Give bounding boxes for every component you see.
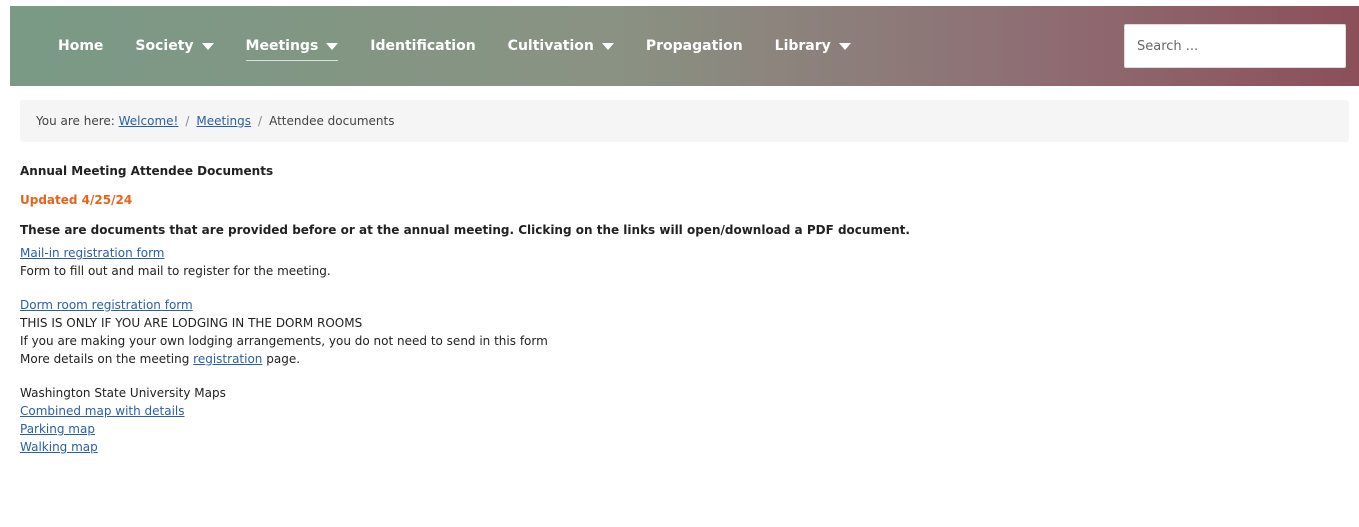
caret-down-icon [201,42,214,50]
updated-date: Updated 4/25/24 [20,193,133,207]
top-navbar: Home Society Meetings Identification Cul… [10,6,1359,86]
breadcrumb-separator: / [258,114,263,128]
nav-item-meetings[interactable]: Meetings [230,6,355,86]
breadcrumb-separator: / [185,114,190,128]
caret-down-icon [326,43,339,50]
breadcrumb: You are here: Welcome! / Meetings / Atte… [20,100,1349,142]
dorm-details-post: page. [266,352,301,366]
mailin-registration-link[interactable]: Mail-in registration form [20,246,165,260]
intro-text: These are documents that are provided be… [20,223,910,237]
caret-down-icon [601,42,614,50]
breadcrumb-link-welcome[interactable]: Welcome! [119,114,179,128]
nav-item-society[interactable]: Society [119,6,229,86]
nav-label-home: Home [58,38,104,54]
nav-label-library: Library [774,38,831,54]
mailin-section: Mail-in registration form Form to fill o… [20,244,1340,280]
nav-item-propagation[interactable]: Propagation [630,6,759,86]
nav-label-society: Society [135,38,194,54]
dorm-notice: THIS IS ONLY IF YOU ARE LODGING IN THE D… [20,316,363,330]
page-title: Annual Meeting Attendee Documents [20,164,274,178]
nav-label-meetings: Meetings [245,38,339,61]
dorm-section: Dorm room registration form THIS IS ONLY… [20,296,1340,368]
nav-label-identification: Identification [370,38,476,54]
search-input[interactable] [1124,24,1346,68]
walking-map-link[interactable]: Walking map [20,440,98,454]
nav-label-cultivation: Cultivation [507,38,594,54]
dorm-registration-link[interactable]: Dorm room registration form [20,298,193,312]
mailin-description: Form to fill out and mail to register fo… [20,264,331,278]
maps-section: Washington State University Maps Combine… [20,384,1340,456]
main-menu: Home Society Meetings Identification Cul… [48,6,867,86]
caret-down-icon [838,42,851,50]
nav-label-meetings-text: Meetings [245,38,319,54]
maps-heading: Washington State University Maps [20,386,226,400]
nav-label-propagation: Propagation [645,38,743,54]
nav-item-identification[interactable]: Identification [354,6,491,86]
breadcrumb-link-meetings[interactable]: Meetings [196,114,251,128]
nav-item-home[interactable]: Home [48,6,119,86]
breadcrumb-current: Attendee documents [269,114,395,128]
nav-item-cultivation[interactable]: Cultivation [492,6,630,86]
dorm-lodging-note: If you are making your own lodging arran… [20,334,548,348]
dorm-details-pre: More details on the meeting [20,352,190,366]
parking-map-link[interactable]: Parking map [20,422,95,436]
nav-item-library[interactable]: Library [759,6,867,86]
article-content: Annual Meeting Attendee Documents Update… [20,162,1340,456]
breadcrumb-prefix: You are here: [36,114,115,128]
dorm-details-line: More details on the meeting registration… [20,350,1340,368]
registration-page-link[interactable]: registration [193,352,262,366]
combined-map-link[interactable]: Combined map with details [20,404,185,418]
